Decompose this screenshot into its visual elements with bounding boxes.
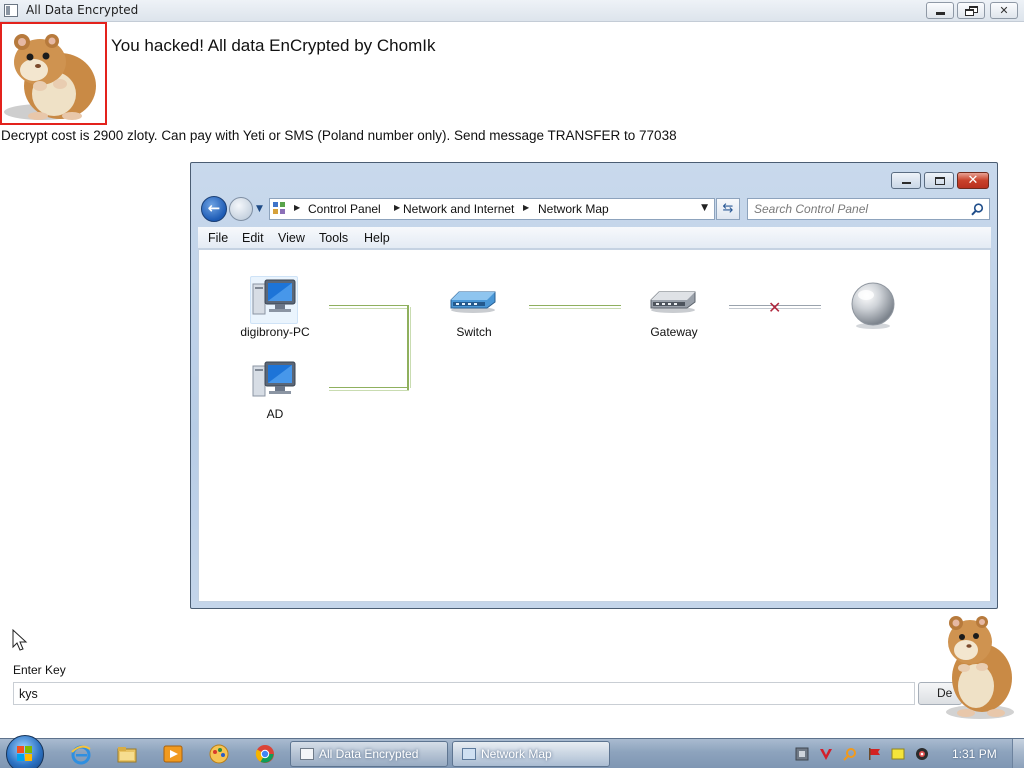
menu-file[interactable]: File (208, 231, 228, 245)
window-app-icon (300, 748, 314, 760)
tray-antivirus-icon[interactable] (819, 747, 833, 761)
breadcrumb-network-and-internet[interactable]: Network and Internet (403, 202, 514, 216)
search-icon[interactable] (971, 203, 984, 216)
network-map-app-icon (462, 748, 476, 760)
computer-icon[interactable] (251, 278, 297, 322)
windows-logo-icon (17, 746, 33, 762)
tray-network-icon[interactable] (795, 747, 809, 761)
breadcrumb-control-panel[interactable]: Control Panel (308, 202, 381, 216)
tray-search-icon[interactable] (843, 747, 857, 761)
computer-icon[interactable] (251, 360, 297, 404)
close-button[interactable]: ✕ (990, 2, 1018, 19)
network-link (529, 305, 621, 309)
menu-view[interactable]: View (278, 231, 305, 245)
chrome-icon[interactable] (254, 743, 276, 765)
window-titlebar: All Data Encrypted ✕ (0, 0, 1024, 22)
close-icon: ✕ (967, 173, 979, 188)
explorer-maximize-button[interactable] (924, 172, 954, 189)
back-button[interactable]: ← (201, 196, 227, 222)
explorer-caption-buttons: ✕ (891, 172, 989, 190)
start-button[interactable] (6, 735, 44, 768)
restore-button[interactable] (957, 2, 985, 19)
explorer-close-button[interactable]: ✕ (957, 172, 989, 189)
task-label: All Data Encrypted (319, 747, 419, 761)
node-label-pc: digibrony-PC (240, 325, 310, 339)
minimize-button[interactable] (926, 2, 954, 19)
breadcrumb-chevron-icon: ▶ (294, 203, 301, 212)
minimize-icon (902, 182, 911, 184)
breadcrumb-chevron-icon: ▶ (394, 203, 401, 212)
refresh-icon: ⇆ (722, 201, 734, 216)
gateway-icon[interactable] (649, 288, 697, 314)
breadcrumb-chevron-icon: ▶ (523, 203, 530, 212)
node-label-gateway: Gateway (650, 325, 698, 339)
network-link (329, 305, 409, 309)
media-player-icon[interactable] (162, 743, 184, 765)
recent-pages-dropdown[interactable]: ▼ (256, 204, 263, 214)
taskbar-task-all-data-encrypted[interactable]: All Data Encrypted (290, 741, 448, 767)
taskbar-clock[interactable]: 1:31 PM (952, 747, 997, 761)
menu-help[interactable]: Help (364, 231, 390, 245)
maximize-icon (935, 177, 945, 185)
address-bar[interactable]: ▶ Control Panel ▶ Network and Internet ▶… (269, 198, 715, 220)
control-panel-icon (273, 202, 287, 216)
key-input[interactable] (13, 682, 915, 705)
search-input[interactable] (754, 201, 964, 217)
taskbar-task-network-map[interactable]: Network Map (452, 741, 610, 767)
refresh-button[interactable]: ⇆ (716, 198, 740, 220)
connection-error-icon[interactable]: ✕ (768, 300, 781, 316)
window-title: All Data Encrypted (26, 3, 139, 17)
hamster-graphic (4, 34, 96, 120)
node-label-ad: AD (266, 407, 284, 421)
network-map-pane: digibrony-PC AD Switch Gateway ✕ (198, 249, 991, 602)
enter-key-label: Enter Key (13, 663, 66, 677)
taskbar: All Data Encrypted Network Map 1:31 PM (0, 735, 1024, 768)
file-explorer-icon[interactable] (116, 743, 138, 765)
show-desktop-button[interactable] (1012, 739, 1024, 768)
app-window-icon (4, 4, 18, 17)
network-link (410, 307, 411, 388)
switch-icon[interactable] (449, 288, 497, 314)
hamster-image (0, 22, 107, 125)
node-label-switch: Switch (456, 325, 492, 339)
network-map-window[interactable]: ✕ ← ▼ ▶ Control Panel ▶ Network and Inte… (190, 162, 998, 609)
network-link (329, 387, 409, 391)
internet-globe-icon[interactable] (849, 282, 897, 330)
hamster-mascot-image (946, 616, 1014, 719)
restore-icon-back (965, 9, 974, 16)
internet-explorer-icon[interactable] (70, 743, 92, 765)
search-box[interactable] (747, 198, 990, 220)
tray-volume-icon[interactable] (915, 747, 929, 761)
explorer-minimize-button[interactable] (891, 172, 921, 189)
mouse-cursor-icon (12, 629, 28, 651)
paint-app-icon[interactable] (208, 743, 230, 765)
breadcrumb-network-map[interactable]: Network Map (538, 202, 609, 216)
ransom-headline: You hacked! All data EnCrypted by ChomIk (111, 36, 436, 55)
address-dropdown-icon[interactable]: ▼ (701, 203, 708, 213)
task-label: Network Map (481, 747, 552, 761)
close-icon: ✕ (999, 4, 1009, 17)
forward-button[interactable] (229, 197, 253, 221)
minimize-icon (936, 12, 945, 15)
menu-tools[interactable]: Tools (319, 231, 348, 245)
network-link (407, 305, 409, 390)
tray-message-icon[interactable] (891, 747, 905, 761)
menu-edit[interactable]: Edit (242, 231, 264, 245)
back-arrow-icon: ← (207, 199, 221, 217)
tray-flag-icon[interactable] (867, 747, 881, 761)
ransom-note: Decrypt cost is 2900 zloty. Can pay with… (1, 128, 677, 143)
menu-bar: File Edit View Tools Help (198, 227, 991, 249)
